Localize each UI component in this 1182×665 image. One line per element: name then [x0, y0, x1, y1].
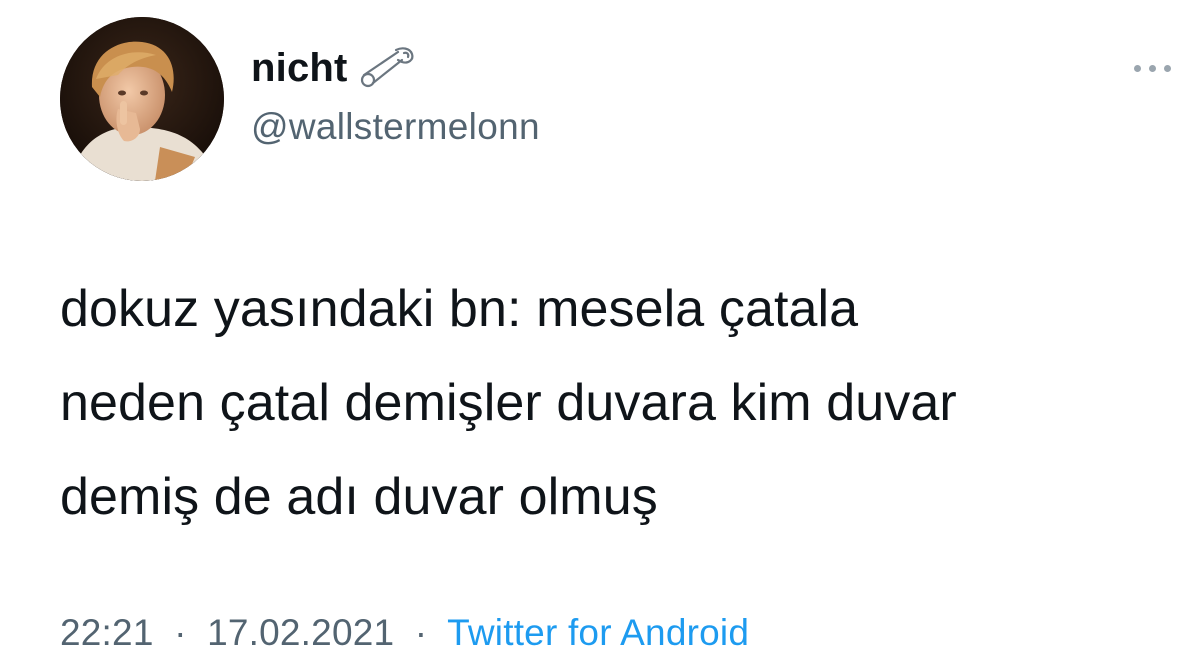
display-name[interactable]: nicht: [251, 46, 348, 91]
tweet-text-line: demiş de adı duvar olmuş: [60, 468, 658, 526]
tweet-time[interactable]: 22:21: [60, 612, 154, 653]
more-dot: [1149, 65, 1156, 72]
tweet-metadata: 22:21 · 17.02.2021 · Twitter for Android: [60, 612, 749, 654]
tweet-source-link[interactable]: Twitter for Android: [447, 612, 749, 653]
avatar[interactable]: [60, 17, 224, 181]
author-name-row: nicht: [251, 40, 422, 96]
tweet-text: dokuz yasındaki bn: mesela çatala neden …: [60, 262, 1170, 544]
tweet-date[interactable]: 17.02.2021: [207, 612, 394, 653]
avatar-photo-icon: [60, 17, 224, 181]
author-handle[interactable]: @wallstermelonn: [251, 106, 540, 148]
more-dot: [1134, 65, 1141, 72]
tweet-text-line: dokuz yasındaki bn: mesela çatala: [60, 280, 859, 338]
meta-separator: ·: [414, 612, 428, 653]
meta-separator: ·: [174, 612, 187, 653]
tweet-text-line: neden çatal demişler duvara kim duvar: [60, 374, 957, 432]
safety-pin-icon: [358, 46, 422, 90]
more-options-button[interactable]: [1130, 52, 1182, 84]
tweet-card: nicht @wallstermelonn dokuz yasındaki bn…: [0, 0, 1182, 665]
more-dot: [1164, 65, 1171, 72]
